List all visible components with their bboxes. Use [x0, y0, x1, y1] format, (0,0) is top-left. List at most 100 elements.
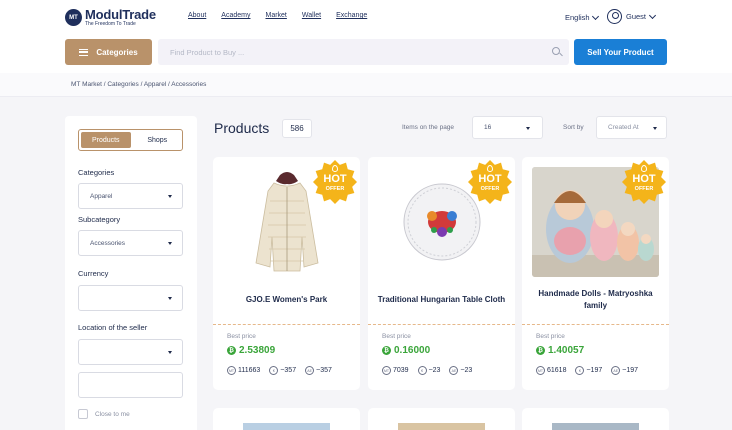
- product-image[interactable]: [243, 423, 330, 430]
- alt-price-eur: ~197: [586, 367, 603, 374]
- product-card[interactable]: [213, 408, 360, 430]
- search-icon[interactable]: [552, 47, 560, 55]
- caret-down-icon: [168, 195, 172, 198]
- categories-button-label: Categories: [96, 47, 138, 57]
- product-name[interactable]: Handmade Dolls - Matryoshka family: [530, 285, 661, 315]
- chevron-down-icon: [591, 12, 599, 20]
- subcategory-select[interactable]: Accessories: [78, 230, 183, 256]
- user-label: Guest: [626, 12, 647, 21]
- top-bar: MT ModulTrade The Freedom To Trade About…: [0, 0, 732, 33]
- product-card[interactable]: HOT OFFER Handmade Dolls - Matryoshka fa…: [522, 157, 669, 390]
- product-name[interactable]: GJO.E Women's Park: [221, 285, 352, 315]
- location-input[interactable]: [78, 372, 183, 398]
- offer-badge-text: OFFER: [325, 186, 345, 192]
- product-card[interactable]: HOT OFFER GJO.E Women's Park Best price …: [213, 157, 360, 390]
- hot-offer-badge: HOT OFFER: [622, 160, 666, 204]
- alt-price-mt: 61618: [547, 367, 567, 374]
- product-price: ₿ 2.53809: [227, 345, 275, 356]
- search-bar: Categories Sell Your Product: [0, 33, 732, 73]
- brand-tagline: The Freedom To Trade: [85, 21, 136, 27]
- alt-prices: MT 61618 € ~197 AE ~197: [536, 366, 638, 375]
- categories-select[interactable]: Apparel: [78, 183, 183, 209]
- nav-academy[interactable]: Academy: [221, 12, 250, 19]
- best-price-label: Best price: [536, 333, 565, 340]
- close-to-me-label: Close to me: [95, 411, 130, 418]
- flame-icon: [332, 165, 338, 172]
- menu-icon: [79, 48, 89, 56]
- caret-down-icon: [168, 351, 172, 354]
- mt-token-icon: MT: [382, 366, 391, 375]
- product-image[interactable]: [552, 423, 639, 430]
- product-price: ₿ 1.40057: [536, 345, 584, 356]
- flame-icon: [641, 165, 647, 172]
- caret-down-icon: [168, 242, 172, 245]
- price-value: 2.53809: [239, 345, 276, 356]
- divider: [368, 324, 515, 325]
- best-price-label: Best price: [382, 333, 411, 340]
- nav-market[interactable]: Market: [265, 12, 286, 19]
- euro-icon: €: [417, 366, 427, 375]
- language-label: English: [565, 13, 590, 22]
- alt-price-ae: ~23: [460, 367, 473, 374]
- logo[interactable]: MT ModulTrade The Freedom To Trade: [65, 8, 156, 27]
- location-select[interactable]: [78, 339, 183, 365]
- tab-products[interactable]: Products: [81, 132, 131, 148]
- main-nav: About Academy Market Wallet Exchange: [188, 12, 367, 19]
- mt-coin-icon: ₿: [227, 346, 236, 355]
- currency-filter-label: Currency: [78, 269, 109, 278]
- categories-select-value: Apparel: [90, 192, 113, 200]
- product-image[interactable]: [398, 423, 485, 430]
- search-input[interactable]: [158, 39, 569, 65]
- product-name[interactable]: Traditional Hungarian Table Cloth: [376, 285, 507, 315]
- alt-price-eur: ~357: [280, 367, 297, 374]
- sort-by-select[interactable]: Created At: [596, 116, 667, 139]
- hot-offer-badge: HOT OFFER: [468, 160, 512, 204]
- product-card[interactable]: [368, 408, 515, 430]
- hot-badge-text: HOT: [632, 173, 656, 185]
- categories-filter-label: Categories: [78, 168, 115, 177]
- breadcrumb[interactable]: MT Market / Categories / Apparel / Acces…: [0, 73, 732, 97]
- hot-offer-badge: HOT OFFER: [313, 160, 357, 204]
- close-to-me-checkbox[interactable]: [78, 409, 88, 419]
- currency-select[interactable]: [78, 285, 183, 311]
- language-selector[interactable]: English: [565, 12, 599, 22]
- mt-token-icon: MT: [536, 366, 545, 375]
- items-per-page-select[interactable]: 16: [472, 116, 543, 139]
- location-filter-label: Location of the seller: [78, 323, 148, 332]
- mt-token-icon: MT: [227, 366, 236, 375]
- product-count-badge: 586: [282, 119, 312, 138]
- price-value: 0.16000: [394, 345, 431, 356]
- nav-exchange[interactable]: Exchange: [336, 12, 367, 19]
- product-card[interactable]: [522, 408, 669, 430]
- logo-mark-icon: MT: [65, 9, 82, 26]
- alt-price-eur: ~23: [428, 367, 441, 374]
- mt-coin-icon: ₿: [382, 346, 391, 355]
- offer-badge-text: OFFER: [634, 186, 654, 192]
- subcategory-filter-label: Subcategory: [78, 215, 121, 224]
- nav-wallet[interactable]: Wallet: [302, 12, 321, 19]
- nav-about[interactable]: About: [188, 12, 206, 19]
- items-per-page-label: Items on the page: [402, 124, 455, 131]
- best-price-label: Best price: [227, 333, 256, 340]
- caret-down-icon: [168, 297, 172, 300]
- alt-price-mt: 111663: [238, 367, 261, 374]
- offer-badge-text: OFFER: [480, 186, 500, 192]
- items-per-page-value: 16: [484, 124, 492, 131]
- page-title: Products: [214, 120, 270, 136]
- user-menu[interactable]: Guest: [607, 9, 657, 24]
- subcategory-select-value: Accessories: [90, 239, 126, 247]
- alt-prices: MT 111663 € ~357 AE ~357: [227, 366, 332, 375]
- tab-shops[interactable]: Shops: [133, 130, 183, 150]
- user-icon: [607, 9, 622, 24]
- brand-name: ModulTrade: [85, 7, 156, 22]
- product-card[interactable]: HOT OFFER Traditional Hungarian Table Cl…: [368, 157, 515, 390]
- alt-price-mt: 7039: [393, 367, 409, 374]
- filter-sidebar: Products Shops Categories Apparel Subcat…: [65, 116, 197, 430]
- categories-button[interactable]: Categories: [65, 39, 152, 65]
- divider: [522, 324, 669, 325]
- hot-badge-text: HOT: [323, 173, 347, 185]
- alt-prices: MT 7039 € ~23 AE ~23: [382, 366, 472, 375]
- sort-by-value: Created At: [608, 124, 639, 131]
- sell-product-button[interactable]: Sell Your Product: [574, 39, 667, 65]
- hot-badge-text: HOT: [478, 173, 502, 185]
